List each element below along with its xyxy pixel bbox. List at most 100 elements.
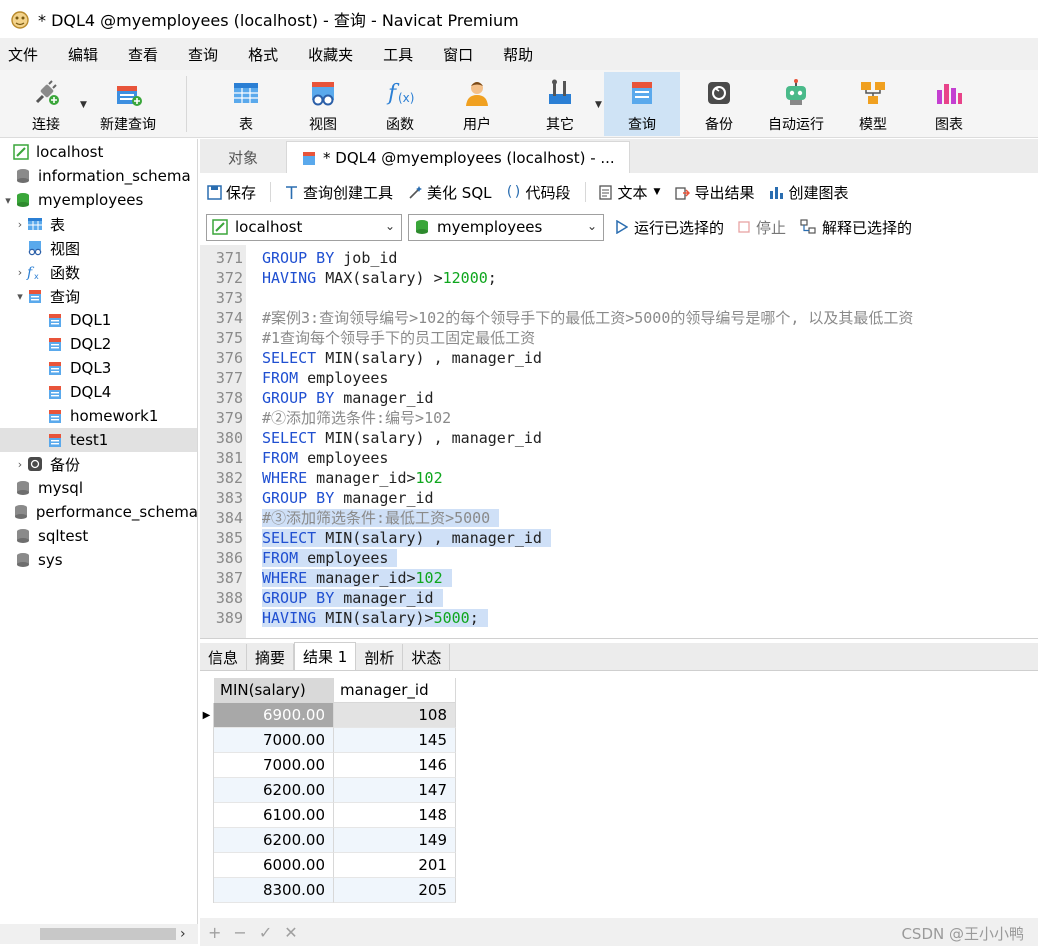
code-line[interactable]: 374 #案例3:查询领导编号>102的每个领导手下的最低工资>5000的领导编号… [200,308,1038,328]
tab-result-1[interactable]: 结果 1 [294,642,357,670]
code-line[interactable]: 382 WHERE manager_id>102 [200,468,1038,488]
cell-min-salary[interactable]: 7000.00 [214,753,334,778]
delete-record-icon[interactable]: − [233,923,246,942]
explain-selected-button[interactable]: 解释已选择的 [800,217,912,238]
cell-manager-id[interactable]: 148 [334,803,456,828]
other-dropdown-icon[interactable]: ▼ [595,100,602,110]
tree-item-[interactable]: 视图 [0,236,197,260]
other-button[interactable]: 其它 [526,72,594,136]
row-marker[interactable] [200,878,214,903]
code-line[interactable]: 383 GROUP BY manager_id [200,488,1038,508]
automation-button[interactable]: 自动运行 [760,72,832,136]
expand-arrow-icon[interactable]: ▾ [14,290,26,303]
tree-item-[interactable]: › f x 函数 [0,260,197,284]
code-line[interactable]: 377 FROM employees [200,368,1038,388]
tree-item-[interactable]: › 表 [0,212,197,236]
cell-manager-id[interactable]: 146 [334,753,456,778]
export-result-button[interactable]: 导出结果 [674,182,754,203]
tree-item-localhost[interactable]: localhost [0,140,197,164]
code-line[interactable]: 378 GROUP BY manager_id [200,388,1038,408]
table-button[interactable]: 表 [212,72,280,136]
cell-manager-id[interactable]: 147 [334,778,456,803]
row-marker[interactable] [200,853,214,878]
expand-arrow-icon[interactable]: ▾ [2,194,14,207]
tree-item-information-schema[interactable]: information_schema [0,164,197,188]
column-header-manager-id[interactable]: manager_id [334,678,456,703]
current-row-arrow-icon[interactable]: ▶ [200,703,214,728]
cell-manager-id[interactable]: 205 [334,878,456,903]
menu-format[interactable]: 格式 [240,44,294,65]
apply-changes-icon[interactable]: ✓ [259,923,272,942]
cell-min-salary[interactable]: 7000.00 [214,728,334,753]
save-button[interactable]: 保存 [206,182,256,203]
code-line[interactable]: 385 SELECT MIN(salary) , manager_id [200,528,1038,548]
cell-manager-id[interactable]: 108 [334,703,456,728]
table-row[interactable]: 6100.00 148 [200,803,456,828]
create-chart-button[interactable]: 创建图表 [768,182,848,203]
tab-status[interactable]: 状态 [403,644,451,670]
table-row[interactable]: 6200.00 149 [200,828,456,853]
code-line[interactable]: 381 FROM employees [200,448,1038,468]
code-line[interactable]: 379 #②添加筛选条件:编号>102 [200,408,1038,428]
row-marker[interactable] [200,778,214,803]
tree-item-dql3[interactable]: DQL3 [0,356,197,380]
menu-edit[interactable]: 编辑 [60,44,114,65]
cell-min-salary[interactable]: 6100.00 [214,803,334,828]
user-button[interactable]: 用户 [443,72,511,136]
query-builder-button[interactable]: 查询创建工具 [283,182,393,203]
code-line[interactable]: 386 FROM employees [200,548,1038,568]
tab-info[interactable]: 信息 [200,644,248,670]
new-query-button[interactable]: 新建查询 [92,72,164,136]
row-marker[interactable] [200,753,214,778]
sidebar-horizontal-scrollbar[interactable] [0,924,198,944]
tab-summary[interactable]: 摘要 [247,644,295,670]
view-button[interactable]: 视图 [289,72,357,136]
scroll-right-arrow-icon[interactable]: › [180,926,186,942]
code-line[interactable]: 376 SELECT MIN(salary) , manager_id [200,348,1038,368]
backup-button[interactable]: 备份 [686,72,752,136]
code-line[interactable]: 384 #③添加筛选条件:最低工资>5000 [200,508,1038,528]
query-button[interactable]: 查询 [604,72,680,136]
code-line[interactable]: 380 SELECT MIN(salary) , manager_id [200,428,1038,448]
stop-button[interactable]: 停止 [738,217,786,238]
beautify-sql-button[interactable]: 美化 SQL [407,182,492,203]
code-line[interactable]: 375 #1查询每个领导手下的员工固定最低工资 [200,328,1038,348]
menu-window[interactable]: 窗口 [435,44,489,65]
tree-item-homework1[interactable]: homework1 [0,404,197,428]
cell-manager-id[interactable]: 201 [334,853,456,878]
cell-manager-id[interactable]: 149 [334,828,456,853]
cell-min-salary[interactable]: 6200.00 [214,778,334,803]
cell-min-salary[interactable]: 6200.00 [214,828,334,853]
row-marker[interactable] [200,828,214,853]
sql-editor[interactable]: 371 GROUP BY job_id 372 HAVING MAX(salary) … [200,245,1038,639]
tree-item-sys[interactable]: sys [0,548,197,572]
table-row[interactable]: 6000.00 201 [200,853,456,878]
collapse-arrow-icon[interactable]: › [14,458,26,471]
code-line[interactable]: 373 [200,288,1038,308]
cell-manager-id[interactable]: 145 [334,728,456,753]
tree-item-test1[interactable]: test1 [0,428,197,452]
add-record-icon[interactable]: + [208,923,221,942]
tree-item-dql1[interactable]: DQL1 [0,308,197,332]
tree-item-dql4[interactable]: DQL4 [0,380,197,404]
connect-button[interactable]: 连接 [14,72,78,136]
tab-query-dql4[interactable]: * DQL4 @myemployees (localhost) - ... [286,141,630,173]
row-marker[interactable] [200,728,214,753]
discard-changes-icon[interactable]: ✕ [284,923,297,942]
table-row[interactable]: 6200.00 147 [200,778,456,803]
menu-query[interactable]: 查询 [180,44,234,65]
menu-tools[interactable]: 工具 [375,44,429,65]
text-button[interactable]: 文本 ▼ [598,182,661,203]
result-grid[interactable]: MIN(salary) manager_id ▶ 6900.00 108 7000.0… [200,672,1038,918]
text-dropdown-icon[interactable]: ▼ [654,187,661,197]
tree-item-myemployees[interactable]: ▾ myemployees [0,188,197,212]
database-select[interactable]: myemployees ⌄ [408,213,604,241]
connect-dropdown-icon[interactable]: ▼ [80,100,87,110]
menu-help[interactable]: 帮助 [495,44,549,65]
code-snippet-button[interactable]: () 代码段 [505,182,570,203]
collapse-arrow-icon[interactable]: › [14,218,26,231]
menu-file[interactable]: 文件 [0,44,54,65]
code-line[interactable]: 387 WHERE manager_id>102 [200,568,1038,588]
tree-item-[interactable]: › 备份 [0,452,197,476]
tab-profile[interactable]: 剖析 [356,644,404,670]
